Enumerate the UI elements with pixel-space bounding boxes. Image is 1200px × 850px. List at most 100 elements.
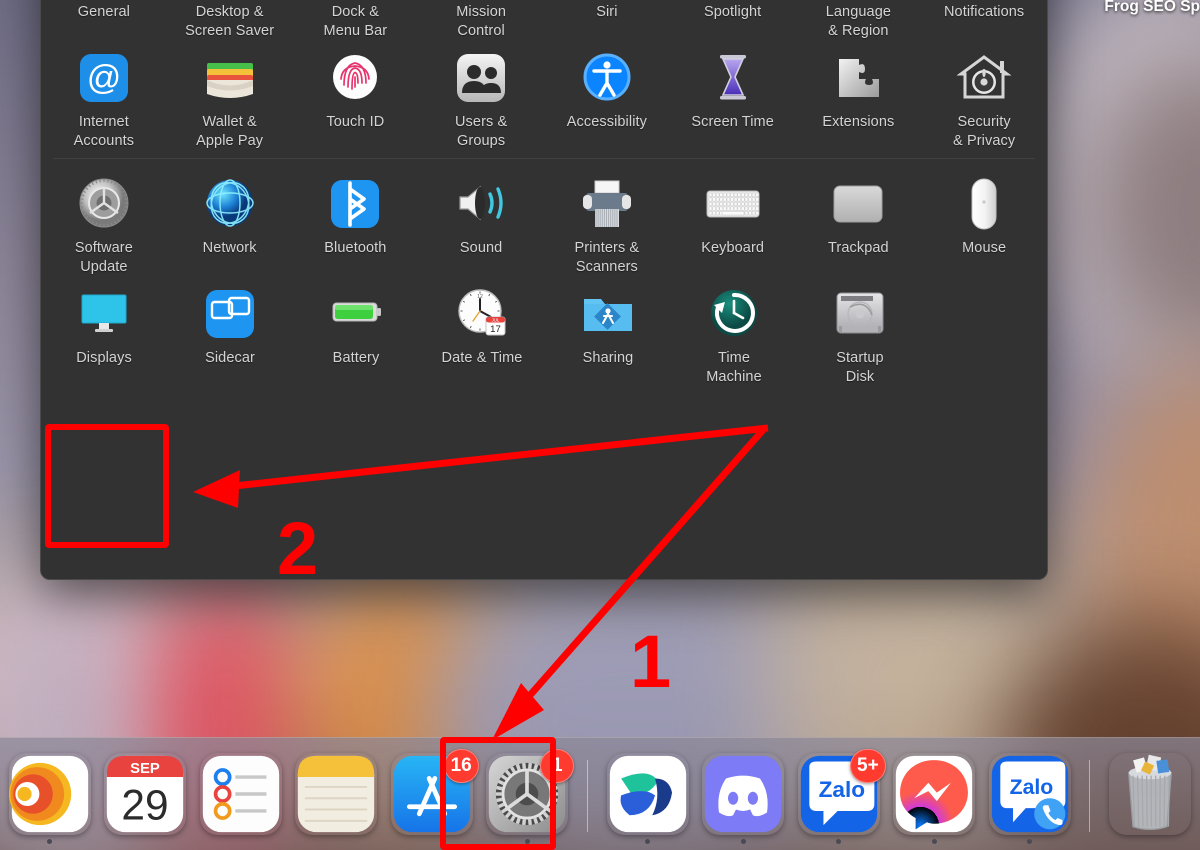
date-time-icon: 12 JUL 17	[451, 283, 513, 345]
touch-id-icon	[324, 47, 386, 109]
pref-pane-bluetooth[interactable]: Bluetooth	[293, 167, 419, 277]
preferences-row: Software Update Network Bluetooth Sound	[41, 167, 1047, 277]
pref-pane-notifications[interactable]: Notifications	[921, 0, 1047, 41]
system-preferences-icon: 1	[486, 748, 575, 835]
pref-pane-printers-scanners[interactable]: Printers & Scanners	[544, 167, 670, 277]
dock-item-reminders[interactable]	[195, 737, 287, 850]
dock-item-trash[interactable]	[1104, 737, 1196, 850]
pref-pane-trackpad[interactable]: Trackpad	[796, 167, 922, 277]
app-store-icon: 16	[391, 748, 479, 835]
accessibility-icon	[576, 47, 638, 109]
dock-divider	[587, 760, 588, 832]
dock-item-system-preferences[interactable]: 1	[482, 737, 575, 850]
dock-item-app-store[interactable]: 16	[386, 737, 479, 850]
annotation-number-2: 2	[277, 507, 319, 590]
pref-pane-label: Desktop & Screen Saver	[185, 4, 275, 39]
reminders-icon	[200, 753, 282, 835]
pref-pane-label: Siri	[596, 4, 618, 20]
dock-item-notes[interactable]	[291, 737, 383, 850]
pref-pane-label: Sharing	[582, 350, 634, 366]
pref-pane-label: Bluetooth	[324, 240, 387, 256]
pref-pane-wallet-applepay[interactable]: Wallet & Apple Pay	[167, 41, 293, 151]
dock-running-indicator	[836, 839, 842, 844]
dock-item-firefox[interactable]	[4, 737, 96, 850]
discord-icon	[702, 753, 784, 835]
extensions-icon	[827, 47, 889, 109]
pref-pane-accessibility[interactable]: Accessibility	[544, 41, 670, 151]
pref-pane-label: Sidecar	[205, 350, 255, 366]
dock-item-zalo[interactable]: Zalo 5+	[793, 737, 886, 850]
screen-time-icon	[702, 47, 764, 109]
dock-running-indicator	[524, 839, 530, 844]
pref-pane-security-privacy[interactable]: Security & Privacy	[921, 41, 1047, 151]
pref-pane-date-time[interactable]: 12 JUL 17 Date & Time	[419, 277, 545, 387]
dock-items: SEP 29 16 1 Zalo 5+ Zalo	[0, 738, 1200, 850]
pref-pane-label: Startup Disk	[836, 350, 884, 385]
pref-pane-sound[interactable]: Sound	[418, 167, 544, 277]
mouse-icon	[953, 173, 1015, 235]
pref-pane-siri[interactable]: Siri	[544, 0, 670, 41]
pref-pane-label: Language & Region	[825, 4, 892, 39]
dock-item-zalo-call[interactable]: Zalo	[984, 737, 1076, 850]
pref-pane-mission-control[interactable]: Mission Control	[418, 0, 544, 41]
internet-accounts-icon: @	[73, 47, 135, 109]
pref-pane-extensions[interactable]: Extensions	[796, 41, 922, 151]
dock-item-discord[interactable]	[697, 737, 789, 850]
pref-pane-time-machine[interactable]: Time Machine	[671, 277, 797, 387]
preferences-row: General Desktop & Screen Saver Dock & Me…	[41, 0, 1047, 41]
wallet-applepay-icon	[199, 47, 261, 109]
pref-pane-internet-accounts[interactable]: @ Internet Accounts	[41, 41, 167, 151]
dock-item-messenger[interactable]	[888, 737, 980, 850]
firefox-icon	[8, 753, 91, 835]
pref-pane-label: Internet Accounts	[73, 114, 135, 149]
keyboard-icon	[702, 173, 764, 235]
pref-pane-general[interactable]: General	[41, 0, 167, 41]
pref-pane-dock-menubar[interactable]: Dock & Menu Bar	[293, 0, 419, 41]
pref-pane-network[interactable]: Network	[167, 167, 293, 277]
pref-pane-label: Notifications	[943, 4, 1025, 20]
pref-pane-spotlight[interactable]: Spotlight	[670, 0, 796, 41]
svg-text:Zalo: Zalo	[1009, 776, 1053, 799]
sound-icon	[450, 173, 512, 235]
pref-pane-desktop-screensaver[interactable]: Desktop & Screen Saver	[167, 0, 293, 41]
pref-pane-battery[interactable]: Battery	[293, 277, 419, 387]
dock-running-indicator	[645, 839, 651, 844]
pref-pane-label: Mission Control	[456, 4, 507, 39]
pref-pane-label: Battery	[332, 350, 380, 366]
svg-text:@: @	[87, 59, 122, 97]
system-preferences-window: General Desktop & Screen Saver Dock & Me…	[40, 0, 1048, 580]
dock-badge: 5+	[850, 748, 886, 783]
pref-pane-keyboard[interactable]: Keyboard	[670, 167, 796, 277]
pref-pane-label: Sound	[459, 240, 503, 256]
dock-item-calendar[interactable]: SEP 29	[100, 737, 192, 850]
users-groups-icon	[450, 47, 512, 109]
pref-pane-mouse[interactable]: Mouse	[921, 167, 1047, 277]
zalo-icon: Zalo 5+	[798, 748, 886, 835]
pref-pane-sharing[interactable]: Sharing	[545, 277, 671, 387]
pref-pane-users-groups[interactable]: Users & Groups	[418, 41, 544, 151]
printers-scanners-icon	[576, 173, 638, 235]
pref-pane-software-update[interactable]: Software Update	[41, 167, 167, 277]
bluetooth-icon	[324, 173, 386, 235]
pref-pane-label: Network	[202, 240, 257, 256]
pref-pane-label: Displays	[76, 350, 132, 366]
pref-pane-screen-time[interactable]: Screen Time	[670, 41, 796, 151]
dock-item-airtable[interactable]	[602, 737, 694, 850]
pref-pane-label: Spotlight	[703, 4, 762, 20]
security-privacy-icon	[953, 47, 1015, 109]
preferences-grid: General Desktop & Screen Saver Dock & Me…	[41, 0, 1047, 387]
pref-pane-label: Date & Time	[441, 350, 523, 366]
pref-pane-startup-disk[interactable]: Startup Disk	[797, 277, 923, 387]
annotation-number-1: 1	[630, 620, 672, 703]
pref-pane-displays[interactable]: Displays	[41, 277, 167, 387]
pref-pane-language-region[interactable]: Language & Region	[796, 0, 922, 41]
dock-divider	[1089, 760, 1091, 832]
pref-pane-label: Wallet & Apple Pay	[196, 114, 264, 149]
dock-running-indicator	[1027, 839, 1033, 844]
dock-badge: 16	[443, 748, 479, 783]
dock-badge: 1	[540, 748, 575, 783]
pref-pane-touch-id[interactable]: Touch ID	[293, 41, 419, 151]
pref-pane-label: Mouse	[962, 240, 1007, 256]
pref-pane-label: Accessibility	[566, 114, 647, 130]
pref-pane-sidecar[interactable]: Sidecar	[167, 277, 293, 387]
